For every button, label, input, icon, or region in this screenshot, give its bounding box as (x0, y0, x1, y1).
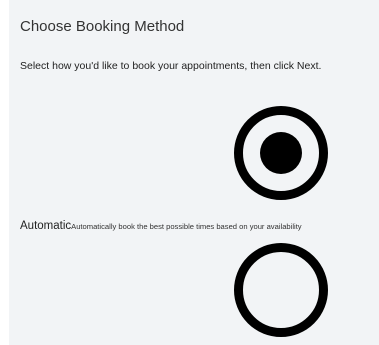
automatic-radio-button[interactable] (234, 106, 328, 200)
automatic-option-name: Automatic (20, 220, 72, 232)
second-option-radio-button[interactable] (234, 243, 328, 337)
booking-method-panel: Choose Booking Method Select how you'd l… (9, 0, 379, 345)
automatic-option-label: AutomaticAutomatically book the best pos… (20, 218, 302, 234)
automatic-option-description: Automatically book the best possible tim… (71, 222, 302, 231)
instructions-text: Select how you'd like to book your appoi… (20, 60, 322, 72)
selected-dot-icon (260, 132, 302, 174)
page-title: Choose Booking Method (20, 18, 185, 35)
